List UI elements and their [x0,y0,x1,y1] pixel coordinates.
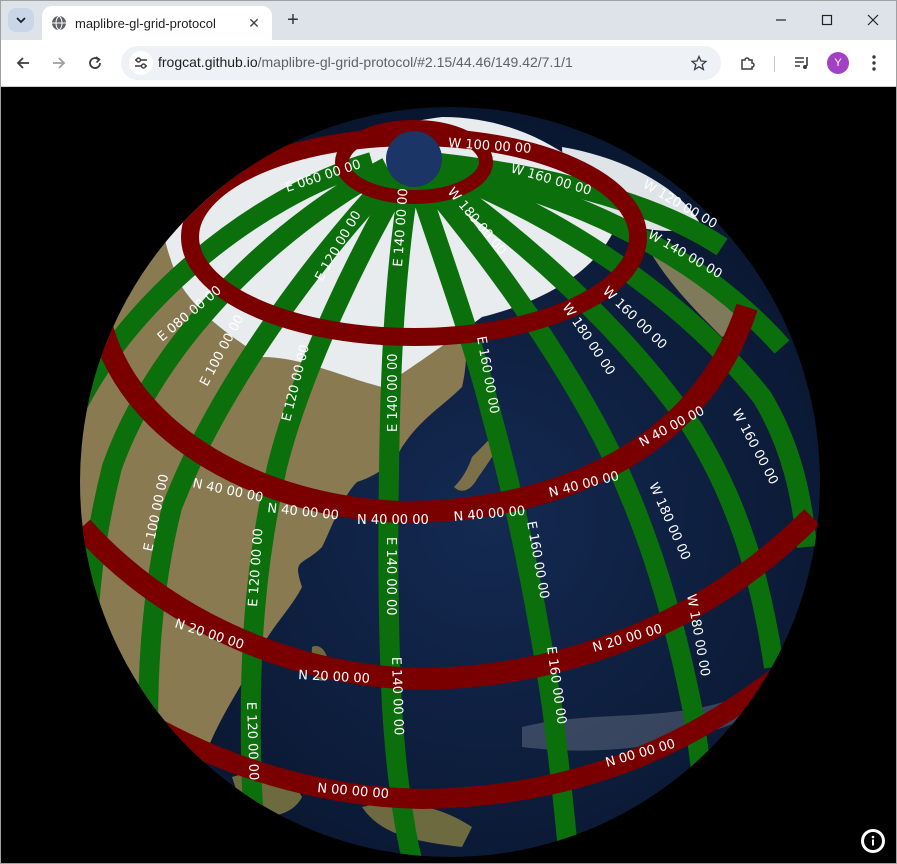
puzzle-icon [741,57,755,70]
url-text[interactable]: frogcat.github.io/maplibre-gl-grid-proto… [158,54,573,70]
chevron-down-icon [16,17,26,24]
north-pole-cap [386,131,442,187]
tab-search-button[interactable] [8,8,34,32]
lon-label: E 140 00 00 [386,353,401,432]
url-host: frogcat.github.io [158,54,258,70]
browser-menu-button[interactable] [861,50,887,76]
maximize-button[interactable] [804,0,850,40]
minimize-button[interactable] [758,0,804,40]
tab-strip: maplibre-gl-grid-protocol ✕ + [0,0,897,40]
lon-label: E 140 00 00 [388,657,406,736]
arrow-left-icon [16,57,29,69]
maximize-icon [821,14,833,26]
bookmark-star-button[interactable] [689,53,709,73]
new-tab-button[interactable]: + [283,10,303,30]
attribution-button[interactable] [861,829,885,853]
close-tab-icon[interactable]: ✕ [246,15,262,31]
minimize-icon [776,19,786,21]
more-vert-icon [872,55,876,71]
close-window-button[interactable] [850,0,896,40]
media-controls-button[interactable] [789,50,815,76]
browser-toolbar: frogcat.github.io/maplibre-gl-grid-proto… [0,40,897,87]
map-canvas[interactable]: N 40 00 00 N 40 00 00 N 40 00 00 N 40 00… [2,87,895,862]
globe-favicon-icon [52,15,66,31]
tune-icon [135,57,147,69]
lon-label: E 140 00 00 [383,537,398,616]
back-button[interactable] [10,50,36,76]
reload-button[interactable] [82,50,108,76]
close-icon [867,14,879,26]
arrow-right-icon [53,57,66,69]
forward-button[interactable] [46,50,72,76]
active-tab[interactable]: maplibre-gl-grid-protocol ✕ [42,6,272,40]
info-icon [864,832,882,850]
url-path: /maplibre-gl-grid-protocol/#2.15/44.46/1… [257,54,573,70]
queue-music-icon [795,57,808,69]
toolbar-divider [774,56,775,72]
address-bar[interactable]: frogcat.github.io/maplibre-gl-grid-proto… [121,46,721,80]
lat-label: N 40 00 00 [357,513,429,528]
star-icon [691,55,707,71]
profile-avatar[interactable]: Y [827,52,849,74]
extensions-button[interactable] [735,50,761,76]
globe-map[interactable]: N 40 00 00 N 40 00 00 N 40 00 00 N 40 00… [2,87,895,862]
site-info-button[interactable] [129,51,153,75]
tab-title: maplibre-gl-grid-protocol [75,15,216,31]
lon-label: E 120 00 00 [243,702,261,781]
reload-icon [89,56,101,69]
